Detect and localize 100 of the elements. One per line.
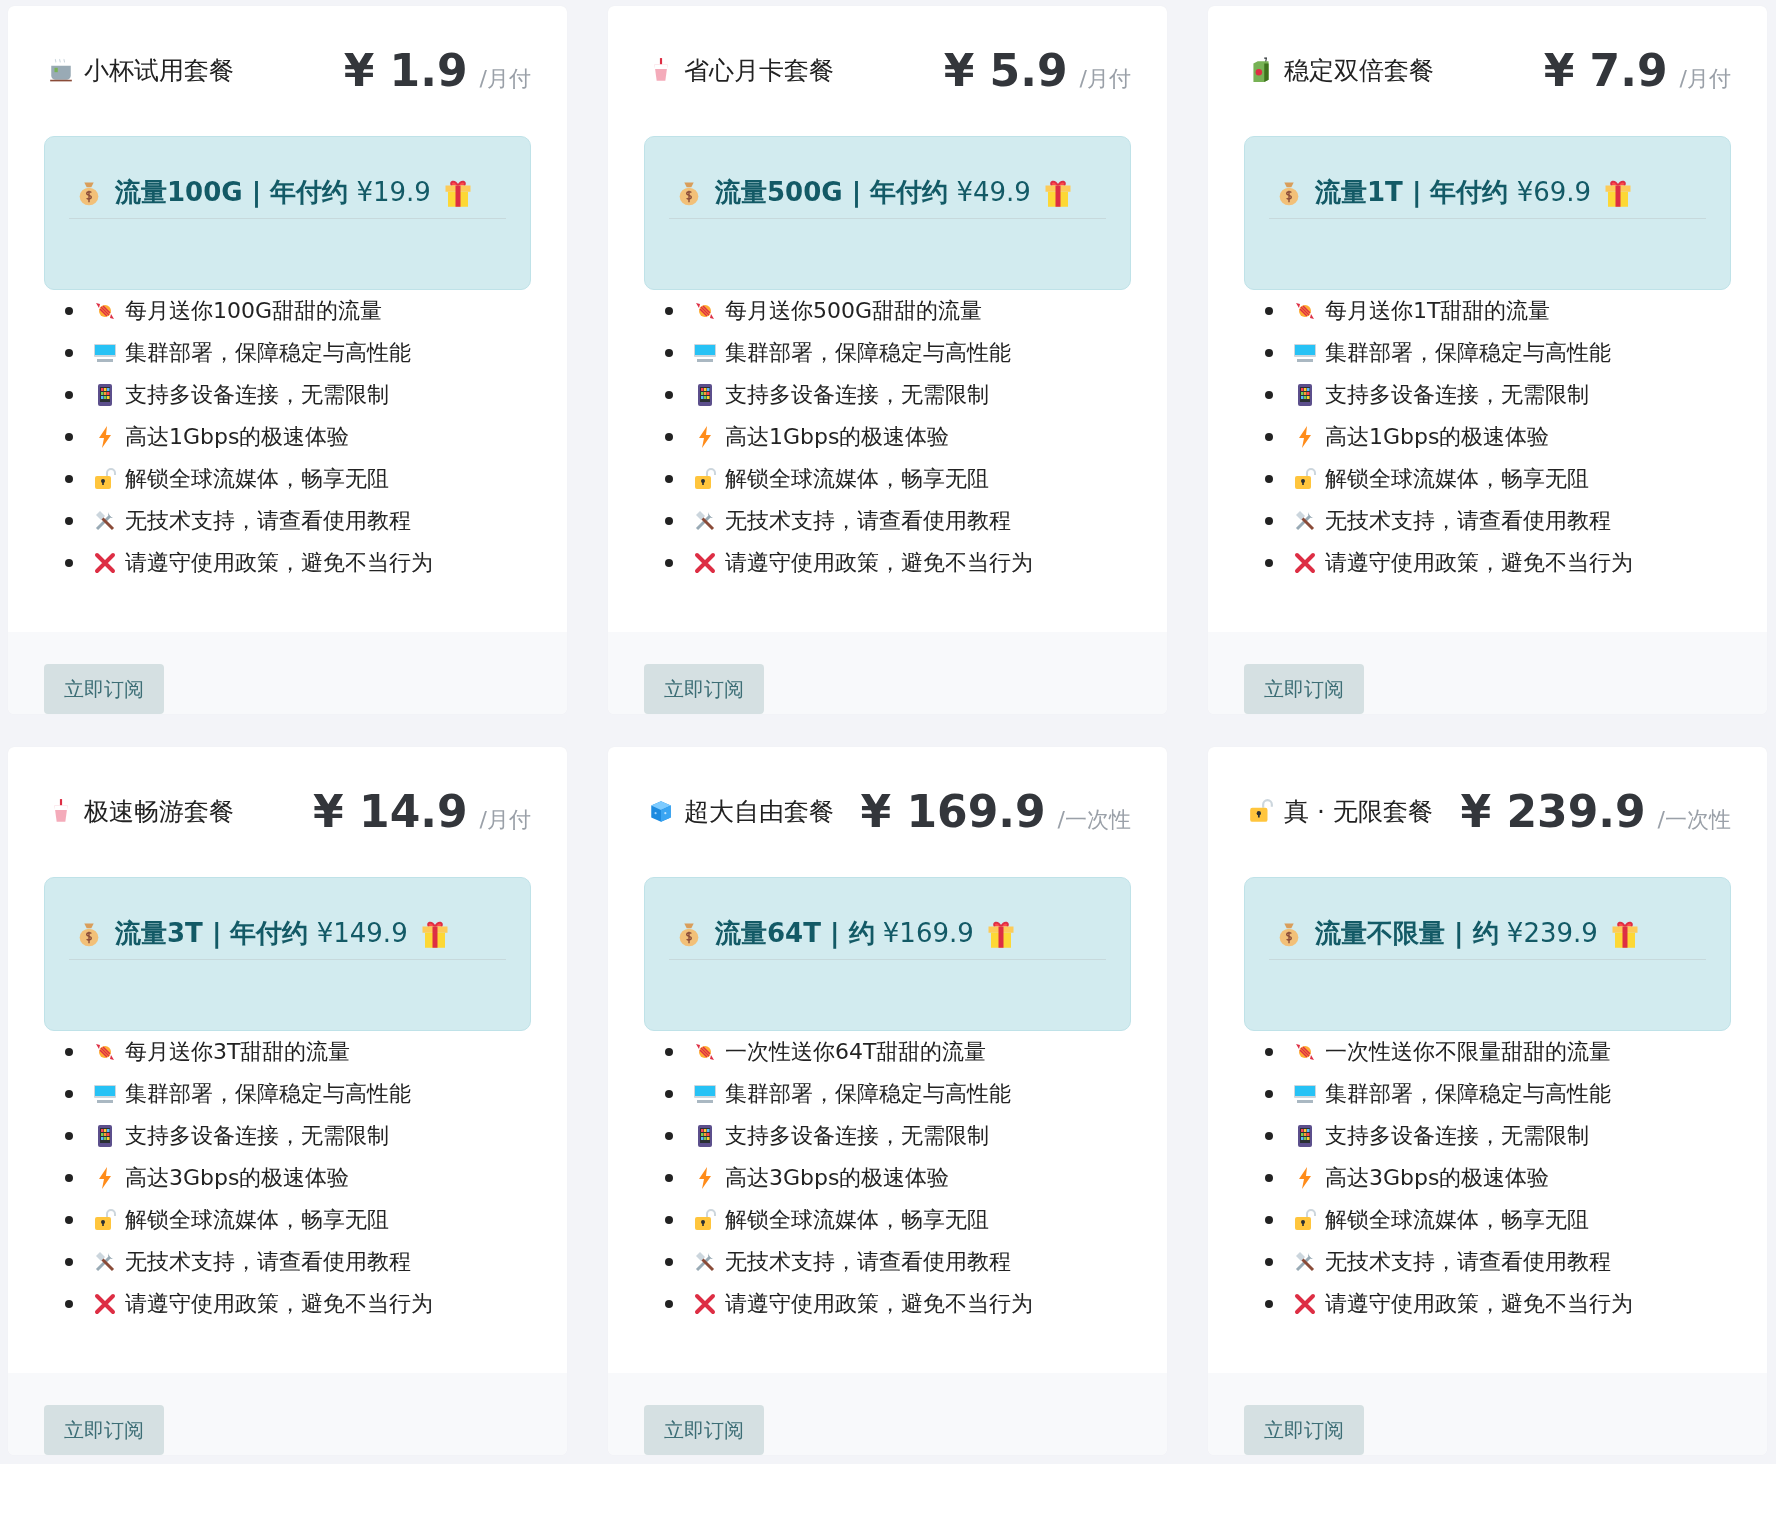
- plan-title: 小杯试用套餐: [84, 54, 234, 87]
- desktop-computer-icon: [93, 341, 117, 365]
- feature-text: 支持多设备连接，无需限制: [125, 381, 389, 409]
- bullet-dot: [65, 517, 73, 525]
- bullet-dot: [665, 391, 673, 399]
- bullet-dot: [665, 1300, 673, 1308]
- cross-mark-icon: [693, 551, 717, 575]
- unlocked-lock-icon: [1293, 1208, 1317, 1232]
- bullet-dot: [1265, 1090, 1273, 1098]
- subscribe-button[interactable]: 立即订阅: [644, 664, 764, 714]
- billing-period: /一次性: [1657, 805, 1731, 834]
- billing-period: /月付: [479, 64, 531, 93]
- feature-text: 支持多设备连接，无需限制: [725, 381, 989, 409]
- cross-mark-icon: [93, 551, 117, 575]
- desktop-computer-icon: [693, 1082, 717, 1106]
- plan-title: 省心月卡套餐: [684, 54, 834, 87]
- feature-text: 高达3Gbps的极速体验: [725, 1164, 950, 1192]
- subscribe-button[interactable]: 立即订阅: [644, 1405, 764, 1455]
- hammer-wrench-icon: [693, 1250, 717, 1274]
- subscribe-button[interactable]: 立即订阅: [1244, 664, 1364, 714]
- feature-text: 集群部署，保障稳定与高性能: [725, 339, 1011, 367]
- bullet-dot: [665, 517, 673, 525]
- feature-text: 集群部署，保障稳定与高性能: [1325, 339, 1611, 367]
- feature-text: 解锁全球流媒体，畅享无阻: [125, 465, 389, 493]
- traffic-summary: 流量不限量 | 约 ¥239.9: [1315, 917, 1598, 951]
- bullet-dot: [1265, 559, 1273, 567]
- bullet-dot: [1265, 1174, 1273, 1182]
- bullet-dot: [65, 1300, 73, 1308]
- plan-price: ¥ 239.9: [1460, 785, 1646, 837]
- plan-price: ¥ 1.9: [343, 44, 468, 96]
- bullet-dot: [665, 475, 673, 483]
- bullet-dot: [665, 559, 673, 567]
- feature-text: 支持多设备连接，无需限制: [125, 1122, 389, 1150]
- bullet-dot: [1265, 433, 1273, 441]
- traffic-summary: 流量64T | 约 ¥169.9: [715, 917, 974, 951]
- feature-text: 集群部署，保障稳定与高性能: [725, 1080, 1011, 1108]
- bullet-dot: [65, 1216, 73, 1224]
- feature-text: 无技术支持，请查看使用教程: [125, 507, 411, 535]
- feature-text: 解锁全球流媒体，畅享无阻: [1325, 1206, 1589, 1234]
- feature-text: 无技术支持，请查看使用教程: [1325, 507, 1611, 535]
- billing-period: /一次性: [1057, 805, 1131, 834]
- feature-text: 集群部署，保障稳定与高性能: [125, 339, 411, 367]
- feature-text: 高达1Gbps的极速体验: [125, 423, 350, 451]
- hammer-wrench-icon: [693, 509, 717, 533]
- cross-mark-icon: [1293, 551, 1317, 575]
- unlocked-lock-icon: [693, 467, 717, 491]
- bullet-dot: [665, 1174, 673, 1182]
- cross-mark-icon: [1293, 1292, 1317, 1316]
- unlocked-lock-icon: [93, 1208, 117, 1232]
- billing-period: /月付: [1679, 64, 1731, 93]
- traffic-summary: 流量1T | 年付约 ¥69.9: [1315, 176, 1592, 210]
- desktop-computer-icon: [1293, 341, 1317, 365]
- desktop-computer-icon: [693, 341, 717, 365]
- bullet-dot: [65, 1132, 73, 1140]
- unlocked-lock-icon: [1293, 467, 1317, 491]
- bullet-dot: [665, 433, 673, 441]
- cross-mark-icon: [93, 1292, 117, 1316]
- bullet-dot: [665, 1258, 673, 1266]
- bullet-dot: [1265, 391, 1273, 399]
- traffic-summary: 流量100G | 年付约 ¥19.9: [115, 176, 431, 210]
- bullet-dot: [1265, 475, 1273, 483]
- subscribe-button[interactable]: 立即订阅: [44, 1405, 164, 1455]
- bullet-dot: [65, 475, 73, 483]
- feature-text: 每月送你1T甜甜的流量: [1325, 297, 1551, 325]
- plan-title: 极速畅游套餐: [84, 795, 234, 828]
- bullet-dot: [65, 391, 73, 399]
- feature-text: 每月送你500G甜甜的流量: [725, 297, 983, 325]
- feature-text: 请遵守使用政策，避免不当行为: [125, 549, 433, 577]
- bullet-dot: [665, 1216, 673, 1224]
- plan-price: ¥ 7.9: [1543, 44, 1668, 96]
- ice-cube-icon: [648, 798, 674, 824]
- bullet-dot: [1265, 1300, 1273, 1308]
- bullet-dot: [65, 307, 73, 315]
- feature-text: 一次性送你不限量甜甜的流量: [1325, 1038, 1611, 1066]
- plan-price: ¥ 169.9: [860, 785, 1046, 837]
- traffic-summary: 流量3T | 年付约 ¥149.9: [115, 917, 408, 951]
- feature-text: 高达1Gbps的极速体验: [725, 423, 950, 451]
- feature-text: 支持多设备连接，无需限制: [1325, 381, 1589, 409]
- bullet-dot: [665, 307, 673, 315]
- subscribe-button[interactable]: 立即订阅: [44, 664, 164, 714]
- plan-title: 稳定双倍套餐: [1284, 54, 1434, 87]
- feature-text: 高达3Gbps的极速体验: [1325, 1164, 1550, 1192]
- bullet-dot: [65, 559, 73, 567]
- bullet-dot: [1265, 1216, 1273, 1224]
- feature-text: 请遵守使用政策，避免不当行为: [125, 1290, 433, 1318]
- subscribe-button[interactable]: 立即订阅: [1244, 1405, 1364, 1455]
- feature-text: 请遵守使用政策，避免不当行为: [1325, 1290, 1633, 1318]
- bullet-dot: [1265, 517, 1273, 525]
- bullet-dot: [665, 1090, 673, 1098]
- bullet-dot: [65, 349, 73, 357]
- feature-text: 每月送你100G甜甜的流量: [125, 297, 383, 325]
- teacup-icon: [48, 57, 74, 83]
- feature-text: 解锁全球流媒体，畅享无阻: [725, 1206, 989, 1234]
- bullet-dot: [1265, 307, 1273, 315]
- feature-text: 支持多设备连接，无需限制: [1325, 1122, 1589, 1150]
- feature-text: 解锁全球流媒体，畅享无阻: [725, 465, 989, 493]
- feature-text: 无技术支持，请查看使用教程: [725, 507, 1011, 535]
- bullet-dot: [1265, 1258, 1273, 1266]
- desktop-computer-icon: [1293, 1082, 1317, 1106]
- bullet-dot: [65, 433, 73, 441]
